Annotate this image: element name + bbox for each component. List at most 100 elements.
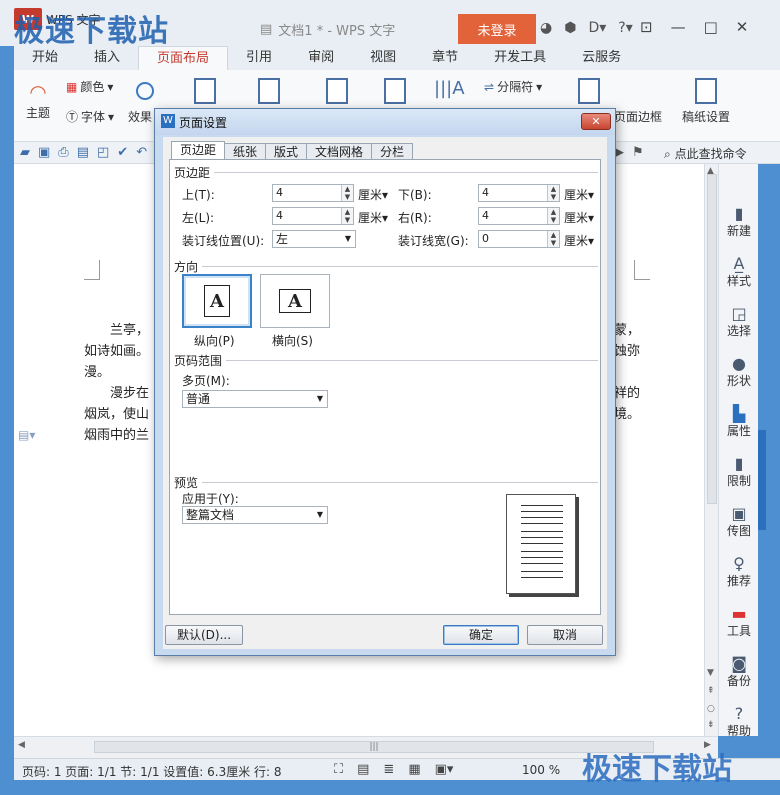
restore-layout-icon[interactable]: ⊡ — [640, 18, 653, 36]
scroll-down-icon[interactable]: ▼ — [707, 668, 714, 678]
close-icon[interactable]: ✕ — [736, 18, 749, 36]
save-icon[interactable]: ▣ — [38, 145, 50, 160]
dialog-title-bar[interactable]: W 页面设置 ✕ — [155, 109, 615, 135]
zoom-level[interactable]: 100 % — [522, 763, 560, 777]
side-backup[interactable]: ◙ 备份 — [719, 654, 759, 689]
page-border-button[interactable]: 页面边框 — [614, 108, 662, 125]
scroll-left-icon[interactable]: ◀ — [18, 740, 25, 750]
tab-review[interactable]: 审阅 — [290, 46, 352, 70]
side-panel-toggle[interactable] — [758, 430, 766, 530]
paper-setting-button[interactable]: 稿纸设置 — [682, 78, 730, 125]
next-page-icon[interactable]: ⇟ — [707, 720, 715, 730]
color-button[interactable]: ▦ 颜色 ▾ — [66, 78, 113, 95]
tab-page-layout[interactable]: 页面布局 — [138, 46, 229, 70]
side-tools[interactable]: ▬ 工具 — [719, 604, 759, 639]
side-upload-image[interactable]: ▣ 传图 — [719, 504, 759, 539]
open-folder-icon[interactable]: ▰ — [20, 145, 30, 160]
tab-insert[interactable]: 插入 — [76, 46, 138, 70]
tab-developer[interactable]: 开发工具 — [476, 46, 564, 70]
columns-button[interactable] — [384, 78, 406, 104]
right-margin-label: 右(R): — [398, 211, 432, 225]
export-pdf-icon[interactable]: ⎙ — [58, 145, 68, 160]
page-border-icon-button[interactable] — [578, 78, 600, 104]
left-margin-spin-icon[interactable]: ▲ ▼ — [341, 208, 353, 224]
select-browse-icon[interactable]: ○ — [707, 704, 715, 714]
paragraph-marker-icon[interactable]: ▤▾ — [18, 428, 35, 442]
right-margin-spin-icon[interactable]: ▲ ▼ — [547, 208, 559, 224]
settings-icon[interactable]: ⬢ — [564, 20, 576, 36]
effect-button[interactable]: 效果 — [128, 108, 152, 125]
landscape-label[interactable]: 横向(S) — [272, 332, 313, 349]
command-search[interactable]: ⌕ 点此查找命令 — [664, 145, 747, 162]
skin-icon[interactable]: ◕ — [540, 20, 552, 36]
separator-button[interactable]: ⇌ 分隔符 ▾ — [484, 78, 542, 95]
minimize-icon[interactable]: — — [671, 18, 686, 36]
side-select[interactable]: ◲ 选择 — [719, 304, 759, 339]
side-help[interactable]: ? 帮助 — [719, 704, 759, 739]
multi-page-select[interactable]: 普通 ▼ — [182, 390, 328, 408]
page-view-icon[interactable]: ▤ — [357, 762, 369, 777]
right-margin-unit[interactable]: 厘米▾ — [564, 209, 594, 226]
orientation-button[interactable] — [258, 78, 280, 104]
unit-text: 厘米 — [564, 211, 589, 225]
gutter-position-select[interactable]: 左 ▼ — [272, 230, 356, 248]
top-margin-input[interactable]: 4 ▲ ▼ — [272, 184, 354, 202]
text-direction-button[interactable]: |||A — [434, 78, 465, 99]
tab-chapter[interactable]: 章节 — [414, 46, 476, 70]
flag-icon[interactable]: ⚑ — [632, 145, 644, 160]
tab-view[interactable]: 视图 — [352, 46, 414, 70]
top-margin-unit[interactable]: 厘米▾ — [358, 186, 388, 203]
bottom-margin-spin-icon[interactable]: ▲ ▼ — [547, 185, 559, 201]
size-button[interactable] — [326, 78, 348, 104]
default-button[interactable]: 默认(D)... — [165, 625, 243, 645]
maximize-icon[interactable]: □ — [704, 18, 718, 36]
help-icon[interactable]: ?▾ — [618, 20, 632, 36]
outline-view-icon[interactable]: ≣ — [383, 762, 394, 777]
margins-button[interactable] — [194, 78, 216, 104]
bottom-margin-unit[interactable]: 厘米▾ — [564, 186, 594, 203]
tab-margins[interactable]: 页边距 — [171, 141, 226, 161]
reading-view-icon[interactable]: ▣▾ — [435, 762, 454, 777]
horizontal-scroll-thumb[interactable]: ||| — [94, 741, 654, 753]
theme-button[interactable]: ◠ 主题 — [26, 80, 50, 121]
landscape-option[interactable]: A — [260, 274, 330, 328]
side-style[interactable]: A̲ 样式 — [719, 254, 759, 289]
side-shape[interactable]: ● 形状 — [719, 354, 759, 389]
feedback-icon[interactable]: D▾ — [588, 20, 606, 36]
cancel-button[interactable]: 取消 — [527, 625, 603, 645]
tab-cloud[interactable]: 云服务 — [564, 46, 639, 70]
side-properties[interactable]: ▙ 属性 — [719, 404, 759, 439]
left-margin-input[interactable]: 4 ▲ ▼ — [272, 207, 354, 225]
portrait-option[interactable]: A — [182, 274, 252, 328]
undo-icon[interactable]: ↶ — [136, 145, 147, 160]
apply-to-value: 整篇文档 — [186, 508, 235, 522]
right-margin-input[interactable]: 4 ▲ ▼ — [478, 207, 560, 225]
print-preview-icon[interactable]: ◰ — [97, 145, 109, 160]
side-restrict[interactable]: ▮ 限制 — [719, 454, 759, 489]
effect-shape-icon[interactable] — [136, 82, 154, 100]
spell-check-icon[interactable]: ✔ — [117, 145, 128, 160]
gutter-width-unit[interactable]: 厘米▾ — [564, 232, 594, 249]
fullscreen-icon[interactable]: ⛶ — [334, 762, 343, 777]
gutter-width-spin-icon[interactable]: ▲ ▼ — [547, 231, 559, 247]
print-icon[interactable]: ▤ — [77, 145, 89, 160]
side-recommend[interactable]: ♀ 推荐 — [719, 554, 759, 589]
vertical-scrollbar[interactable]: ▲ ▼ ⇞ ○ ⇟ — [704, 164, 718, 736]
prev-page-icon[interactable]: ⇞ — [707, 686, 715, 696]
tab-start[interactable]: 开始 — [14, 46, 76, 70]
web-view-icon[interactable]: ▦ — [408, 762, 420, 777]
left-margin-unit[interactable]: 厘米▾ — [358, 209, 388, 226]
side-new[interactable]: ▮ 新建 — [719, 204, 759, 239]
doc-line-right: 蒙， — [614, 323, 641, 338]
top-margin-spin-icon[interactable]: ▲ ▼ — [341, 185, 353, 201]
ok-button[interactable]: 确定 — [443, 625, 519, 645]
tab-references[interactable]: 引用 — [228, 46, 290, 70]
font-button[interactable]: Ⓣ 字体 ▾ — [66, 108, 114, 125]
portrait-label[interactable]: 纵向(P) — [194, 332, 235, 349]
bottom-margin-input[interactable]: 4 ▲ ▼ — [478, 184, 560, 202]
gutter-width-input[interactable]: 0 ▲ ▼ — [478, 230, 560, 248]
login-button[interactable]: 未登录 — [458, 14, 536, 44]
vertical-scroll-thumb[interactable] — [707, 174, 717, 504]
apply-to-select[interactable]: 整篇文档 ▼ — [182, 506, 328, 524]
dialog-close-button[interactable]: ✕ — [581, 113, 611, 130]
